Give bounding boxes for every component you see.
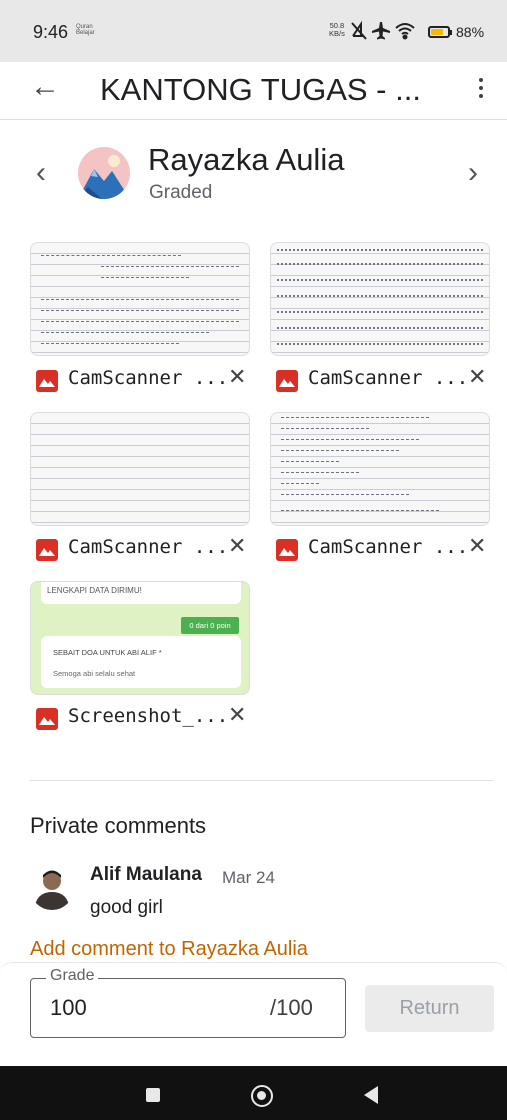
- next-student-chevron-icon[interactable]: ›: [468, 156, 478, 190]
- network-speed-unit: KB/s: [329, 29, 345, 38]
- screenshot-answer: Semoga abi selalu sehat: [53, 669, 136, 678]
- home-icon[interactable]: [251, 1085, 273, 1107]
- alarm-off-icon: [351, 20, 367, 40]
- page-title: KANTONG TUGAS - ...: [100, 72, 421, 107]
- airplane-icon: [372, 22, 390, 40]
- attachment-item[interactable]: CamScanner ... ✕: [274, 533, 494, 564]
- comment-date: Mar 24: [222, 868, 275, 887]
- screenshot-banner: LENGKAPI DATA DIRIMU!: [41, 582, 241, 604]
- battery-icon: [428, 26, 450, 38]
- remove-attachment-icon[interactable]: ✕: [468, 364, 486, 390]
- comment-text: good girl: [90, 897, 163, 918]
- battery-tip: [450, 30, 452, 35]
- status-time: 9:46: [33, 22, 69, 42]
- attachment-item[interactable]: CamScanner ... ✕: [274, 364, 494, 395]
- student-name: Rayazka Aulia: [148, 142, 345, 177]
- attachment-thumbnail[interactable]: [30, 412, 250, 526]
- attachment-name: CamScanner ...: [308, 536, 469, 558]
- back-arrow-icon[interactable]: ←: [30, 70, 60, 104]
- grading-status: Graded: [149, 182, 213, 203]
- image-file-icon: [276, 370, 298, 392]
- status-app-label: Quran Belajar: [76, 24, 95, 36]
- grade-field-label: Grade: [46, 967, 99, 985]
- private-comments-heading: Private comments: [30, 813, 207, 838]
- status-app-label-line2: Belajar: [76, 30, 95, 36]
- image-file-icon: [36, 370, 58, 392]
- image-file-icon: [36, 539, 58, 561]
- battery-level-fill: [431, 29, 444, 35]
- section-divider: [30, 780, 494, 781]
- attachment-name: CamScanner ...: [68, 367, 229, 389]
- attachment-item[interactable]: Screenshot_... ✕: [34, 702, 254, 733]
- attachment-item[interactable]: CamScanner ... ✕: [34, 533, 254, 564]
- app-bar: ← KANTONG TUGAS - ...: [0, 62, 507, 120]
- status-icons: [350, 20, 422, 47]
- comment-author: Alif Maulana: [90, 864, 202, 885]
- network-speed: 50.8 KB/s: [329, 22, 345, 38]
- more-options-icon[interactable]: [474, 74, 488, 104]
- attachment-name: CamScanner ...: [308, 367, 469, 389]
- attachment-thumbnail[interactable]: [270, 412, 490, 526]
- attachment-name: Screenshot_...: [68, 705, 229, 727]
- mountain-avatar-icon: [78, 147, 130, 199]
- student-avatar: [78, 147, 130, 199]
- add-comment-link[interactable]: Add comment to Rayazka Aulia: [30, 938, 308, 961]
- person-avatar-icon: [30, 866, 74, 910]
- attachment-thumbnail[interactable]: [270, 242, 490, 356]
- screenshot-question-card: SEBAIT DOA UNTUK ABI ALIF * Semoga abi s…: [41, 636, 241, 688]
- battery-percentage: 88%: [456, 24, 485, 40]
- system-back-icon[interactable]: [364, 1086, 378, 1104]
- remove-attachment-icon[interactable]: ✕: [228, 702, 246, 728]
- grade-max-points: /100: [270, 995, 313, 1020]
- remove-attachment-icon[interactable]: ✕: [228, 533, 246, 559]
- return-button[interactable]: Return: [365, 985, 494, 1032]
- attachment-thumbnail[interactable]: LENGKAPI DATA DIRIMU! 0 dari 0 poin SEBA…: [30, 581, 250, 695]
- screenshot-score-badge: 0 dari 0 poin: [181, 617, 239, 634]
- status-bar: 9:46 Quran Belajar 50.8 KB/s 88%: [0, 0, 507, 62]
- attachment-name: CamScanner ...: [68, 536, 229, 558]
- grade-value[interactable]: 100: [50, 995, 87, 1021]
- remove-attachment-icon[interactable]: ✕: [468, 533, 486, 559]
- wifi-icon: [395, 23, 415, 40]
- recent-apps-icon[interactable]: [146, 1088, 160, 1102]
- image-file-icon: [36, 708, 58, 730]
- screenshot-question: SEBAIT DOA UNTUK ABI ALIF *: [53, 648, 162, 657]
- status-icon-group: [351, 20, 415, 40]
- avatar: [30, 866, 74, 910]
- remove-attachment-icon[interactable]: ✕: [228, 364, 246, 390]
- system-navigation-bar: [0, 1066, 507, 1120]
- attachment-item[interactable]: CamScanner ... ✕: [34, 364, 254, 395]
- attachment-thumbnail[interactable]: [30, 242, 250, 356]
- image-file-icon: [276, 539, 298, 561]
- previous-student-chevron-icon[interactable]: ‹: [36, 156, 46, 190]
